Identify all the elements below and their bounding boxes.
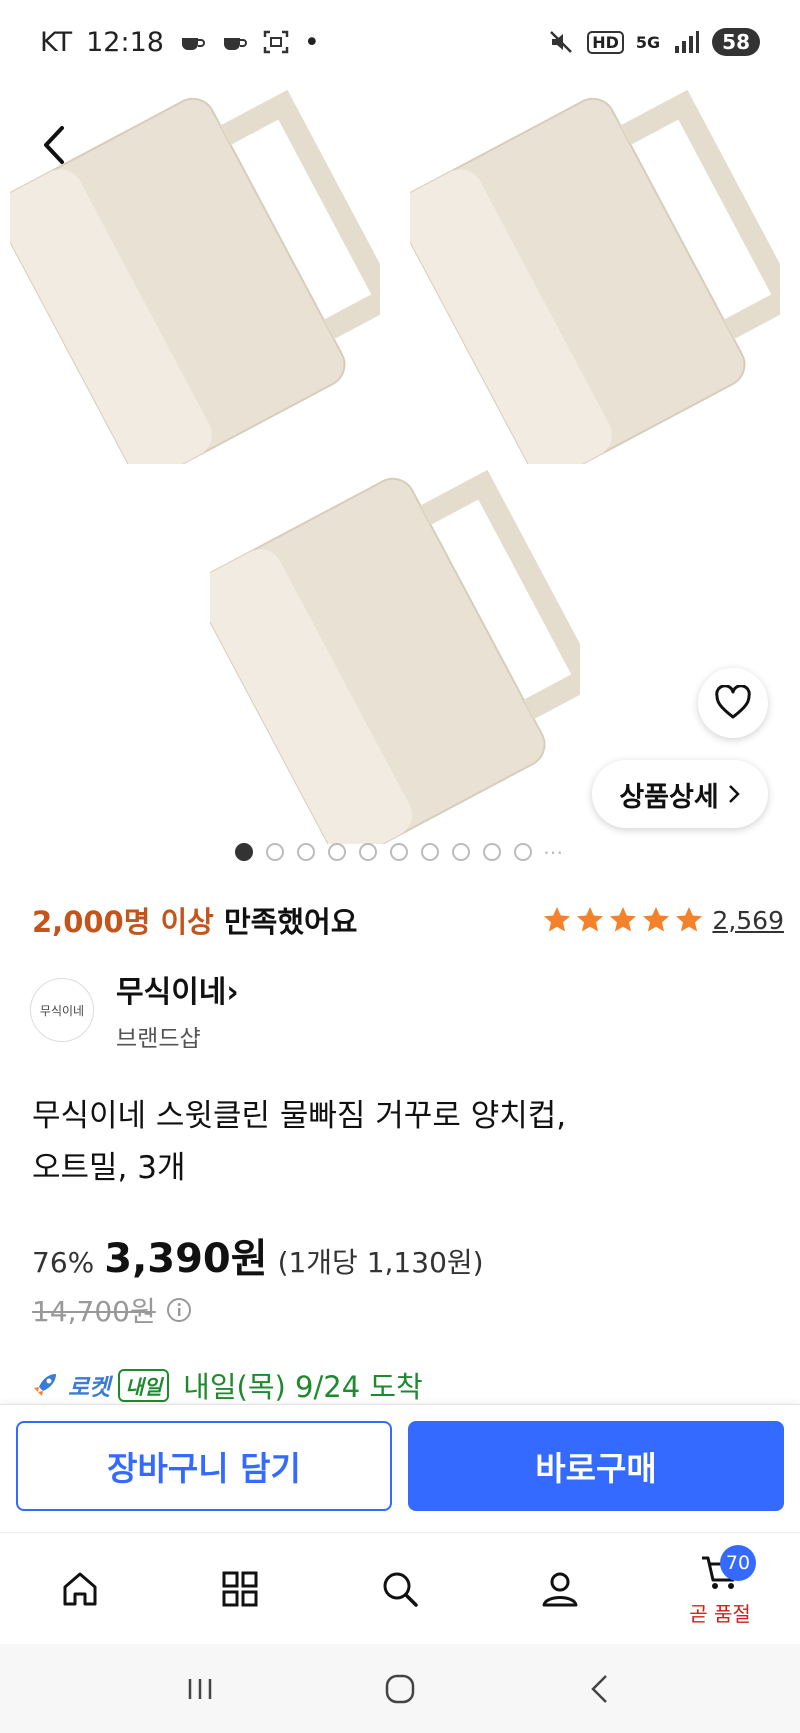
pagination-dot[interactable] — [297, 843, 315, 861]
brand-logo: 무식이네 — [30, 978, 94, 1042]
signal-icon — [675, 31, 700, 53]
rocket-icon — [34, 1374, 56, 1396]
discount-rate: 76% — [32, 1246, 95, 1279]
pagination-dot[interactable] — [514, 843, 532, 861]
price-row: 76% 3,390원 (1개당 1,130원) — [32, 1226, 484, 1284]
delivery-info: 로켓 내일 내일(목) 9/24 도착 — [30, 1364, 423, 1406]
star-icon — [643, 907, 670, 932]
arrival-date: 내일(목) 9/24 도착 — [183, 1370, 423, 1404]
nav-home[interactable] — [0, 1533, 160, 1644]
product-image-gallery[interactable]: 상품상세 ⋯ — [0, 84, 800, 870]
star-icon — [544, 907, 571, 932]
status-bar: KT 12:18 • HD 5G 58 — [0, 0, 800, 84]
coffee-notification-icon — [223, 38, 247, 50]
hd-indicator: HD — [587, 30, 624, 54]
battery-indicator: 58 — [712, 28, 760, 56]
home-icon — [63, 1572, 97, 1605]
mute-icon — [550, 31, 573, 53]
pagination-dot[interactable] — [266, 843, 284, 861]
tomorrow-badge: 내일 — [118, 1368, 170, 1402]
star-rating[interactable] — [542, 905, 704, 935]
product-image-cup — [410, 89, 780, 464]
pagination-dot[interactable] — [328, 843, 346, 861]
cart-soldout-label: 곧 품절 — [689, 1602, 751, 1626]
recent-apps-icon[interactable] — [178, 1667, 222, 1711]
original-price-row: 14,700원 — [32, 1290, 192, 1330]
screenshot-notification-icon — [263, 30, 289, 54]
search-icon — [383, 1572, 418, 1607]
category-grid-icon — [222, 1571, 258, 1606]
rocket-label: 로켓 — [68, 1375, 111, 1401]
nav-my-account[interactable] — [480, 1533, 640, 1644]
pagination-dot[interactable] — [483, 843, 501, 861]
user-icon — [542, 1572, 578, 1606]
clock: 12:18 — [86, 26, 164, 58]
info-icon[interactable] — [166, 1297, 192, 1323]
product-detail-button[interactable]: 상품상세 — [592, 760, 768, 828]
purchase-action-bar: 장바구니 담기 바로구매 — [0, 1404, 800, 1532]
brand-subtitle: 브랜드샵 — [116, 1026, 201, 1052]
more-notifications-dot: • — [303, 26, 320, 58]
satisfaction-text: 2,000명 이상 만족했어요 — [32, 905, 358, 939]
cart-count-badge: 70 — [720, 1545, 756, 1581]
pagination-more: ⋯ — [543, 840, 563, 864]
sale-price: 3,390원 — [104, 1236, 268, 1282]
product-image-cup — [10, 89, 380, 464]
wishlist-button[interactable] — [698, 668, 768, 738]
add-to-cart-button[interactable]: 장바구니 담기 — [16, 1421, 392, 1511]
brand-name[interactable]: 무식이네› — [116, 967, 239, 1011]
pagination-dot[interactable] — [359, 843, 377, 861]
network-type: 5G — [635, 32, 661, 52]
product-title: 무식이네 스윗클린 물빠짐 거꾸로 양치컵, 오트밀, 3개 — [32, 1098, 567, 1186]
star-icon — [610, 907, 637, 932]
pagination-dot[interactable] — [235, 843, 253, 861]
chevron-right-icon — [728, 785, 740, 803]
star-icon — [676, 907, 703, 932]
pagination-dot[interactable] — [452, 843, 470, 861]
review-count-link[interactable]: 2,569 — [712, 906, 784, 935]
gallery-pagination: ⋯ — [235, 840, 563, 864]
back-system-icon[interactable] — [578, 1667, 622, 1711]
buy-now-button[interactable]: 바로구매 — [408, 1421, 784, 1511]
original-price: 14,700원 — [32, 1295, 156, 1328]
brand-row[interactable]: 무식이네 무식이네› 브랜드샵 — [30, 967, 770, 1052]
system-navigation-bar — [0, 1644, 800, 1733]
product-detail-label: 상품상세 — [619, 781, 719, 813]
pagination-dot[interactable] — [390, 843, 408, 861]
star-icon — [577, 907, 604, 932]
product-image-cup — [210, 469, 580, 844]
carrier: KT — [40, 26, 73, 58]
nav-search[interactable] — [320, 1533, 480, 1644]
nav-cart[interactable]: 70 곧 품절 — [640, 1533, 800, 1644]
nav-categories[interactable] — [160, 1533, 320, 1644]
pagination-dot[interactable] — [421, 843, 439, 861]
heart-icon — [715, 685, 751, 719]
bottom-navigation: 70 곧 품절 — [0, 1532, 800, 1644]
unit-price: (1개당 1,130원) — [277, 1246, 484, 1279]
home-system-icon[interactable] — [378, 1667, 422, 1711]
rating-row: 2,000명 이상 만족했어요 2,569 — [32, 898, 784, 942]
coffee-notification-icon — [181, 38, 205, 50]
